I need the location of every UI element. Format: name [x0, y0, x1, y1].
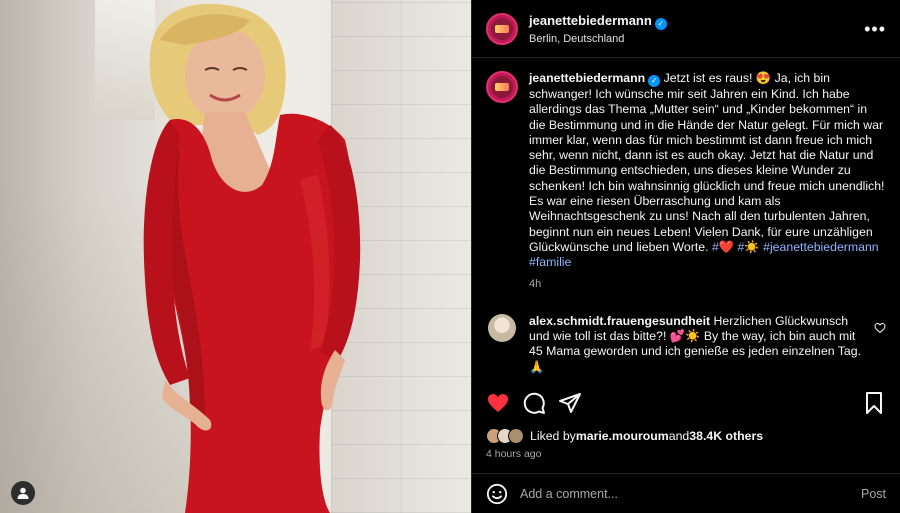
more-options-icon[interactable]: •••: [864, 20, 886, 38]
post-location[interactable]: Berlin, Deutschland: [529, 33, 864, 45]
caption: jeanettebiedermann ✓ Jetzt ist es raus! 😍…: [486, 71, 886, 292]
verified-badge-icon: ✓: [648, 75, 661, 87]
add-comment-input[interactable]: [520, 486, 861, 501]
tagged-user-icon[interactable]: [11, 481, 35, 505]
post-details-panel: jeanettebiedermann ✓ Berlin, Deutschland …: [471, 0, 900, 513]
post-comment-button[interactable]: Post: [861, 487, 886, 501]
caption-username[interactable]: jeanettebiedermann: [529, 71, 645, 85]
liker-avatars: [486, 428, 524, 444]
post-header: jeanettebiedermann ✓ Berlin, Deutschland …: [472, 0, 900, 58]
posted-time: 4 hours ago: [486, 448, 542, 460]
commenter-avatar[interactable]: [488, 313, 516, 342]
comment-item: alex.schmidt.frauengesundheit Herzlichen…: [486, 313, 886, 375]
liker-avatar: [508, 428, 524, 444]
caption-text: Jetzt ist es raus! 😍 Ja, ich bin schwang…: [529, 71, 885, 254]
add-comment-bar: Post: [472, 473, 900, 513]
emoji-picker-icon[interactable]: [486, 483, 508, 505]
likes-prefix: Liked by: [530, 429, 576, 443]
likes-user[interactable]: marie.mouroum: [576, 429, 669, 443]
commenter-username[interactable]: alex.schmidt.frauengesundheit: [529, 314, 710, 328]
caption-author-avatar[interactable]: [486, 71, 518, 103]
author-username[interactable]: jeanettebiedermann: [529, 13, 652, 28]
caption-time: 4h: [529, 277, 542, 290]
author-avatar[interactable]: [486, 12, 518, 45]
action-bar: [486, 388, 886, 418]
likes-summary[interactable]: Liked by marie.mouroum and 38.4K others: [486, 428, 763, 444]
like-comment-heart-icon[interactable]: [874, 322, 886, 334]
likes-middle: and: [668, 429, 690, 443]
likes-count[interactable]: 38.4K others: [689, 429, 763, 443]
photo-woman-red-dress: [143, 3, 361, 513]
post-photo[interactable]: [0, 0, 471, 513]
comments-scroll-area[interactable]: jeanettebiedermann ✓ Jetzt ist es raus! 😍…: [472, 59, 900, 379]
verified-badge-icon: ✓: [654, 18, 667, 30]
like-heart-icon[interactable]: [486, 391, 510, 415]
comment-bubble-icon[interactable]: [522, 391, 546, 415]
save-bookmark-icon[interactable]: [862, 391, 886, 415]
share-paper-plane-icon[interactable]: [558, 391, 582, 415]
